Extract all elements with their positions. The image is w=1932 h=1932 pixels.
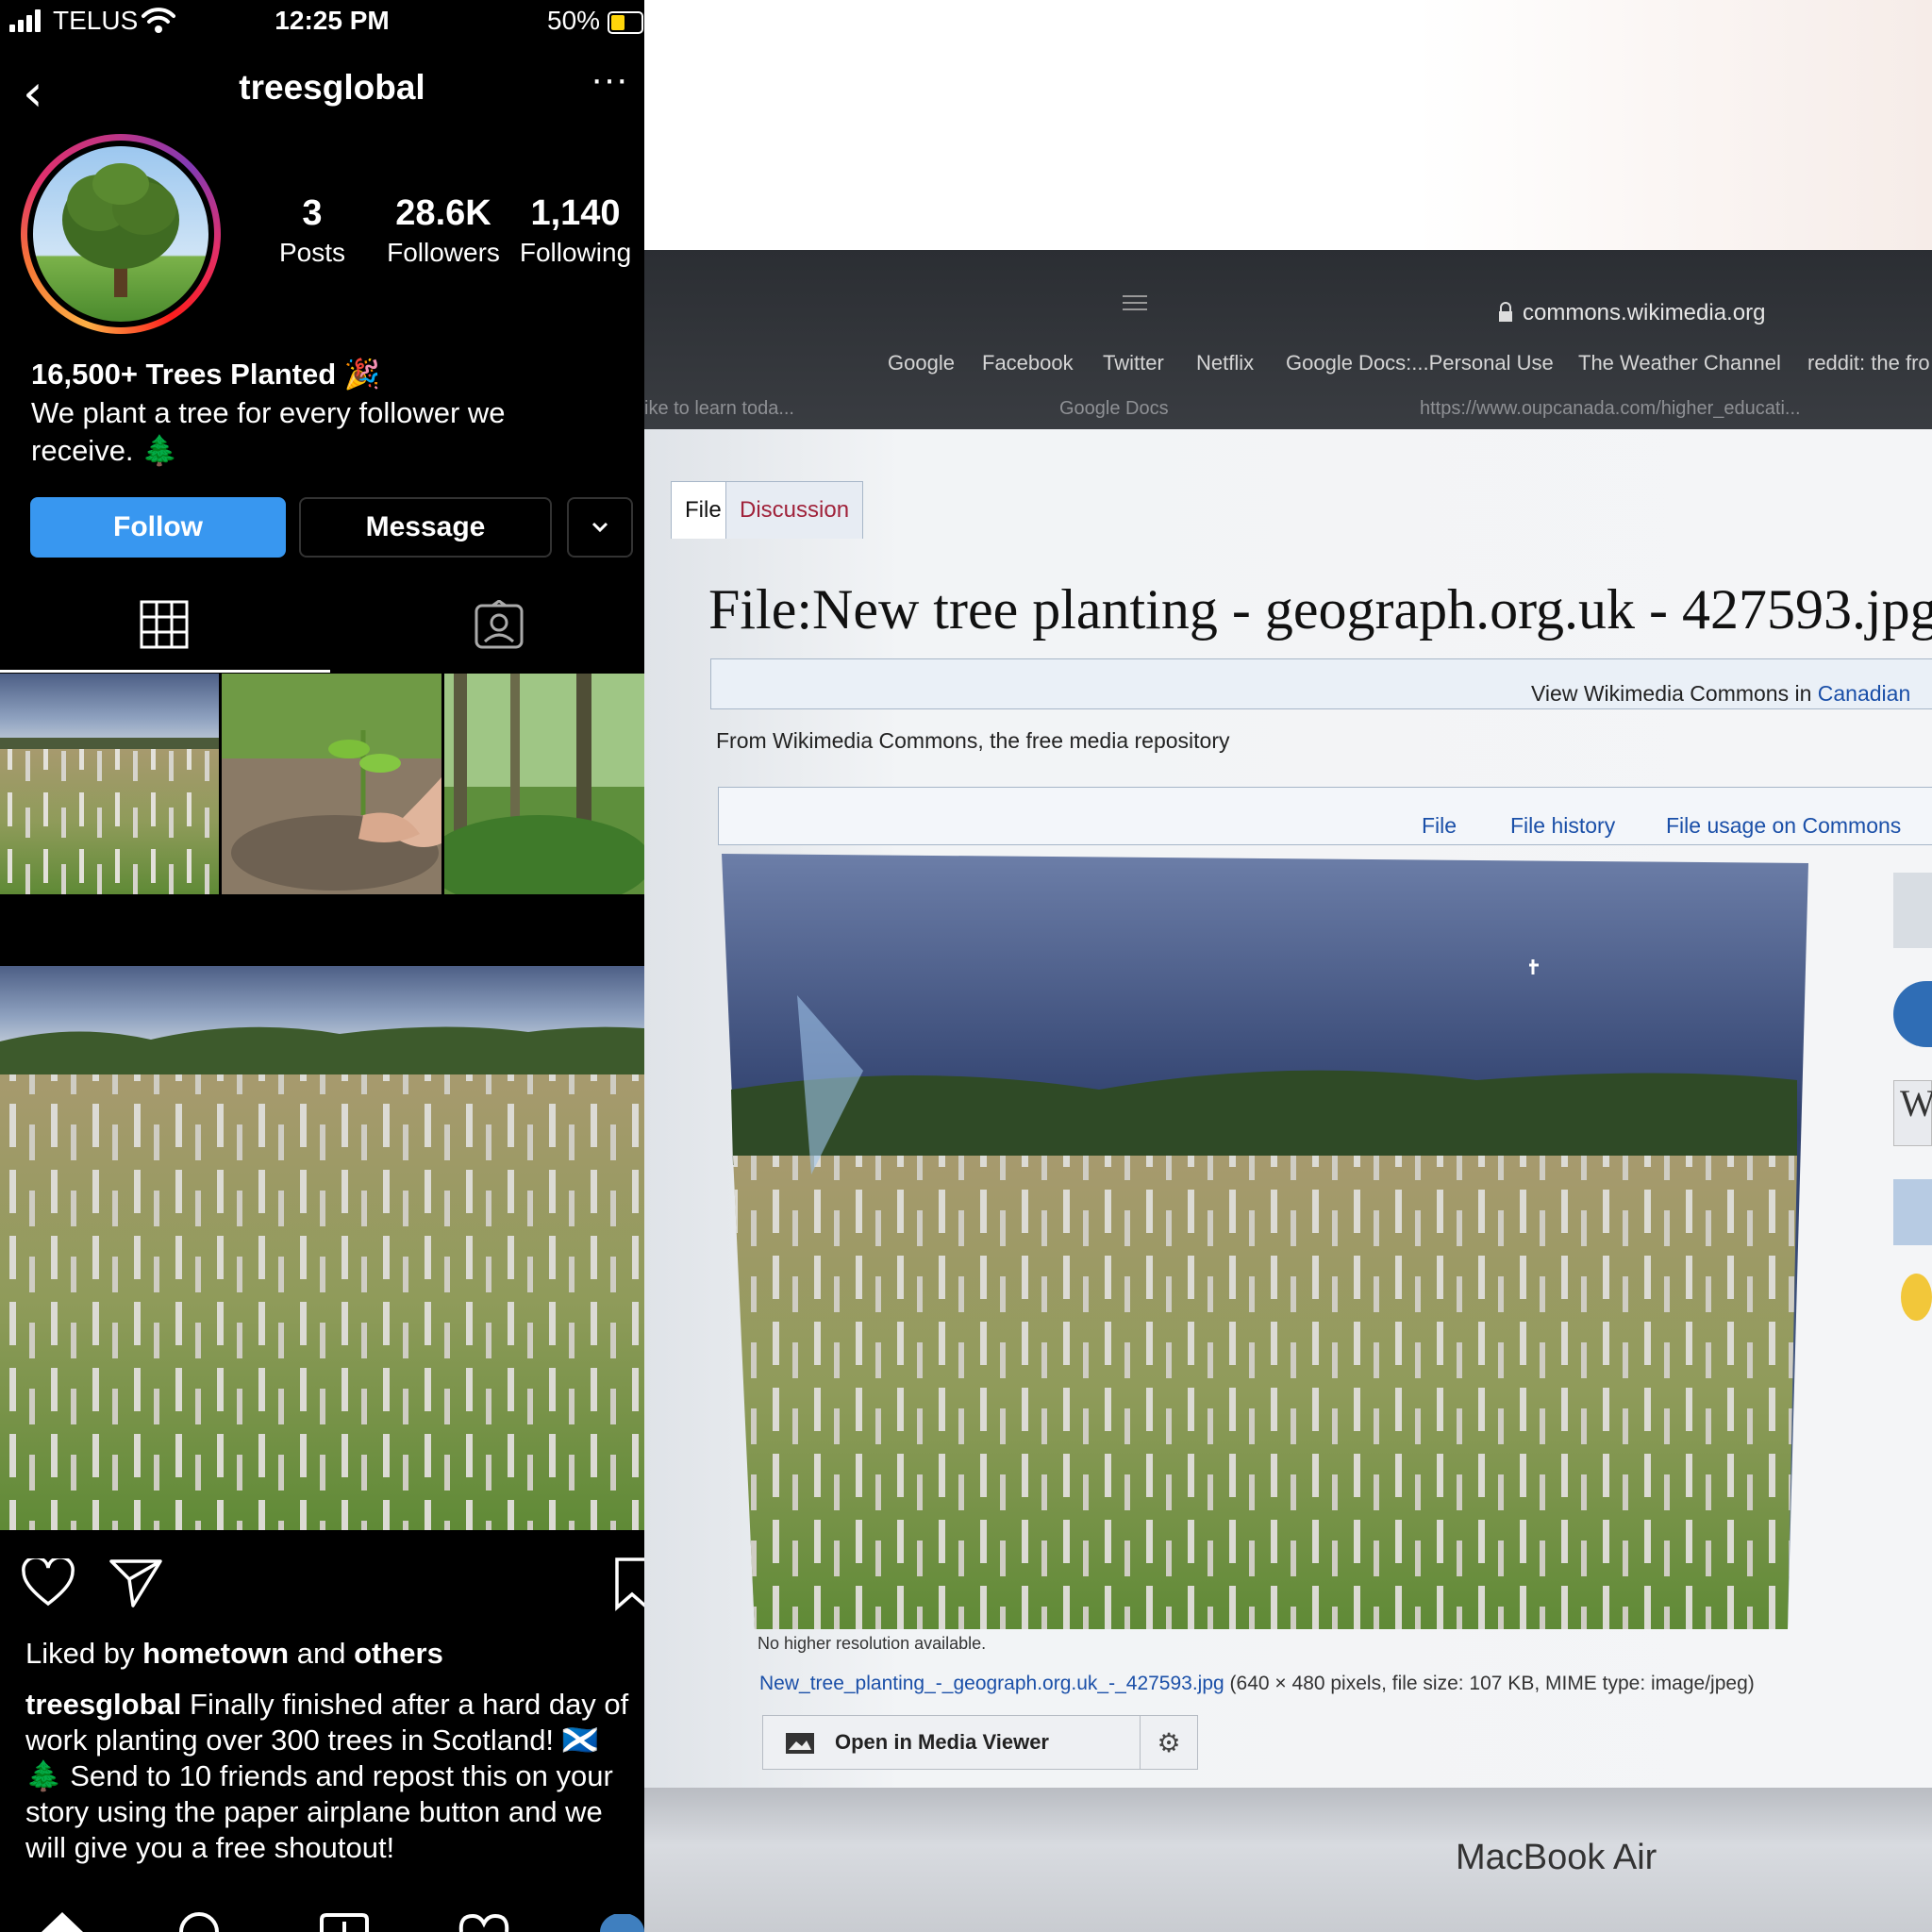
- tab-indicator: [0, 670, 330, 673]
- file-name-link[interactable]: New_tree_planting_-_geograph.org.uk_-_42…: [759, 1673, 1224, 1694]
- bookmark-facebook[interactable]: Facebook: [982, 351, 1074, 375]
- tab-discussion[interactable]: Discussion: [725, 481, 864, 539]
- browser-tab-1[interactable]: ike to learn toda...: [644, 398, 794, 420]
- media-viewer-settings-button[interactable]: ⚙: [1140, 1715, 1198, 1770]
- grid-post-forest[interactable]: [444, 674, 644, 894]
- activity-heart-icon[interactable]: [458, 1912, 510, 1932]
- grid-icon[interactable]: [140, 600, 189, 649]
- from-commons-line: From Wikimedia Commons, the free media r…: [716, 728, 1230, 753]
- file-usage-link[interactable]: File usage on Commons: [1666, 813, 1901, 839]
- instagram-phone-screen: TELUS 12:25 PM 50% ‹ treesglobal ··· 3 P…: [0, 0, 644, 1932]
- search-icon[interactable]: [177, 1912, 221, 1932]
- liked-by-others-link[interactable]: others: [354, 1637, 443, 1670]
- language-link[interactable]: Canadian: [1818, 681, 1910, 706]
- page-title: File:New tree planting - geograph.org.uk…: [708, 578, 1932, 641]
- lock-icon: [1499, 302, 1512, 322]
- liked-by-user-link[interactable]: hometown: [142, 1637, 289, 1670]
- avatar[interactable]: [21, 134, 221, 334]
- bookmark-google[interactable]: Google: [888, 351, 955, 375]
- more-options-icon[interactable]: ···: [591, 58, 628, 101]
- save-bookmark-icon[interactable]: [613, 1557, 644, 1611]
- battery-percent: 50%: [547, 6, 601, 35]
- chevron-down-icon: [591, 522, 608, 533]
- browser-tab-3[interactable]: https://www.oupcanada.com/higher_educati…: [1420, 398, 1801, 420]
- profile-header: ‹ treesglobal ···: [0, 55, 644, 121]
- no-higher-resolution-note: No higher resolution available.: [758, 1634, 987, 1653]
- open-media-viewer-button[interactable]: Open in Media Viewer: [762, 1715, 1141, 1770]
- laptop-chin: [644, 1788, 1932, 1932]
- caption-username-link[interactable]: treesglobal: [25, 1688, 181, 1721]
- liked-by-line: Liked by hometown and others: [25, 1637, 443, 1670]
- battery-icon: [608, 11, 643, 34]
- new-post-icon[interactable]: [319, 1912, 370, 1932]
- side-tools-panel: W: [1888, 854, 1932, 1439]
- laptop-photo: commons.wikimedia.org Google Facebook Tw…: [644, 0, 1932, 1932]
- reader-menu-icon[interactable]: [1121, 292, 1149, 315]
- file-link[interactable]: File: [1422, 813, 1457, 839]
- bookmark-twitter[interactable]: Twitter: [1103, 351, 1164, 375]
- profile-avatar-icon[interactable]: [600, 1914, 644, 1932]
- suggested-dropdown-button[interactable]: [567, 497, 633, 558]
- file-info-line: New_tree_planting_-_geograph.org.uk_-_42…: [759, 1673, 1755, 1695]
- tree-avatar-image: [62, 163, 179, 297]
- bookmark-reddit[interactable]: reddit: the fro: [1807, 351, 1930, 375]
- follow-button[interactable]: Follow: [30, 497, 286, 558]
- grid-post-seedling[interactable]: [222, 674, 441, 894]
- tagged-icon[interactable]: [474, 600, 525, 651]
- laptop-brand-label: MacBook Air: [1456, 1838, 1657, 1877]
- posts-count[interactable]: 3 Posts: [264, 193, 360, 268]
- like-heart-icon[interactable]: [21, 1558, 75, 1607]
- bookmark-netflix[interactable]: Netflix: [1196, 351, 1254, 375]
- bookmark-google-docs[interactable]: Google Docs:...Personal Use: [1286, 351, 1554, 375]
- status-bar: TELUS 12:25 PM 50%: [0, 0, 644, 43]
- share-paper-plane-icon[interactable]: [108, 1557, 163, 1609]
- message-button[interactable]: Message: [299, 497, 552, 558]
- post-caption: treesglobal Finally finished after a har…: [25, 1687, 639, 1866]
- bio-title: 16,500+ Trees Planted 🎉: [31, 358, 381, 391]
- bio-text: We plant a tree for every follower we re…: [31, 396, 506, 467]
- gear-icon: ⚙: [1157, 1727, 1181, 1757]
- browser-tab-2[interactable]: Google Docs: [1059, 398, 1169, 420]
- followers-count[interactable]: 28.6K Followers: [382, 193, 505, 268]
- commons-file-image[interactable]: [722, 854, 1808, 1629]
- post-image-tree-planting[interactable]: [0, 966, 644, 1530]
- profile-username: treesglobal: [239, 68, 425, 107]
- open-media-viewer-label: Open in Media Viewer: [835, 1730, 1049, 1754]
- view-in-language: View Wikimedia Commons in Canadian: [1531, 681, 1911, 706]
- file-info-text: (640 × 480 pixels, file size: 107 KB, MI…: [1229, 1673, 1755, 1694]
- following-count[interactable]: 1,140 Following: [514, 193, 637, 268]
- file-history-link[interactable]: File history: [1510, 813, 1615, 839]
- address-bar-url[interactable]: commons.wikimedia.org: [1523, 300, 1765, 326]
- bottom-nav-bar: [0, 1890, 644, 1932]
- grid-post-field[interactable]: [0, 674, 219, 894]
- profile-tabs: [0, 594, 644, 672]
- bookmark-weather-channel[interactable]: The Weather Channel: [1578, 351, 1781, 375]
- home-icon[interactable]: [40, 1910, 85, 1932]
- media-viewer-icon: [786, 1733, 814, 1754]
